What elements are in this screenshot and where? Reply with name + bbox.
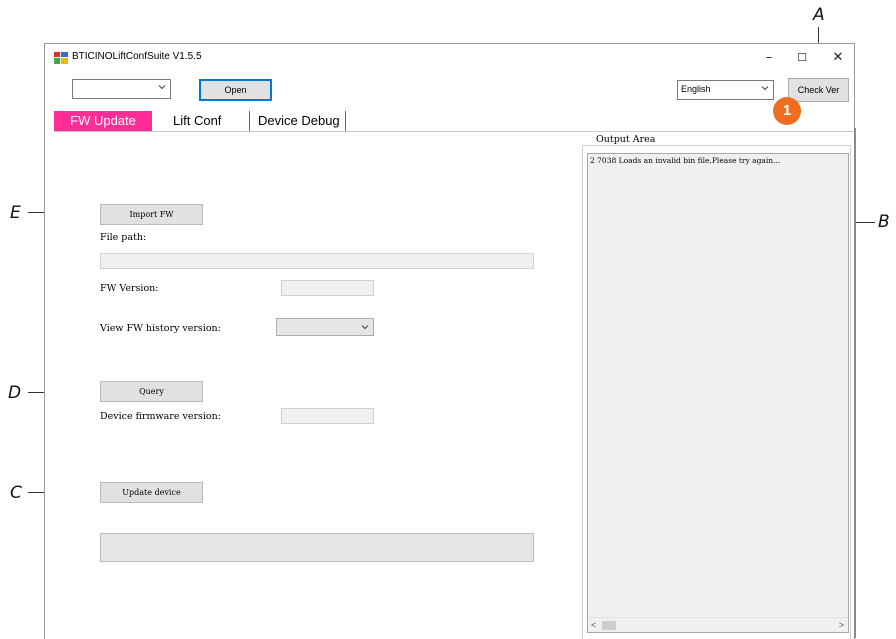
tab-separator bbox=[345, 111, 346, 131]
horizontal-scrollbar[interactable]: < > bbox=[588, 617, 848, 632]
language-combo-value: English bbox=[681, 84, 711, 94]
output-line: 2 7038 Loads an invalid bin file,Please … bbox=[590, 156, 781, 165]
tab-lift-conf[interactable]: Lift Conf bbox=[173, 111, 221, 131]
tab-separator bbox=[249, 111, 250, 131]
check-ver-button[interactable]: Check Ver bbox=[788, 78, 849, 102]
scrollbar-thumb[interactable] bbox=[602, 621, 616, 630]
output-area-label: Output Area bbox=[594, 134, 658, 145]
annotation-d: D bbox=[8, 383, 22, 403]
history-version-combo[interactable] bbox=[276, 318, 374, 336]
scroll-right-icon[interactable]: > bbox=[839, 620, 844, 630]
update-device-button[interactable]: Update device bbox=[100, 482, 203, 503]
language-combo[interactable]: English bbox=[677, 80, 774, 100]
step-badge: 1 bbox=[773, 97, 801, 125]
title-bar[interactable]: BTICINOLiftConfSuite V1.5.5 – ☐ ✕ bbox=[45, 44, 854, 72]
port-combo[interactable] bbox=[72, 79, 171, 99]
open-button[interactable]: Open bbox=[199, 79, 272, 101]
query-button[interactable]: Query bbox=[100, 381, 203, 402]
import-fw-button[interactable]: Import FW bbox=[100, 204, 203, 225]
fw-version-label: FW Version: bbox=[100, 283, 159, 294]
app-window: BTICINOLiftConfSuite V1.5.5 – ☐ ✕ Open E… bbox=[44, 43, 856, 639]
tab-fw-update[interactable]: FW Update bbox=[54, 111, 152, 131]
annotation-a: A bbox=[813, 5, 825, 25]
device-firmware-field bbox=[281, 408, 374, 424]
file-path-field[interactable] bbox=[100, 253, 534, 269]
fw-version-field bbox=[281, 280, 374, 296]
app-icon bbox=[54, 52, 68, 64]
panel-edge bbox=[854, 128, 856, 638]
annotation-c: C bbox=[10, 483, 22, 503]
tab-underline bbox=[54, 131, 854, 132]
tab-device-debug[interactable]: Device Debug bbox=[258, 111, 340, 131]
window-title: BTICINOLiftConfSuite V1.5.5 bbox=[72, 51, 202, 62]
history-version-label: View FW history version: bbox=[100, 323, 221, 334]
chevron-down-icon bbox=[158, 85, 166, 90]
annotation-e: E bbox=[10, 203, 21, 223]
update-progress-bar bbox=[100, 533, 534, 562]
chevron-down-icon bbox=[361, 325, 369, 330]
maximize-button[interactable]: ☐ bbox=[784, 46, 820, 70]
minimize-button[interactable]: – bbox=[751, 46, 787, 70]
client-area: Open English Check Ver FW Update Lift Co… bbox=[45, 72, 856, 639]
device-firmware-label: Device firmware version: bbox=[100, 411, 221, 422]
annotation-b: B bbox=[878, 212, 890, 232]
chevron-down-icon bbox=[761, 86, 769, 91]
scroll-left-icon[interactable]: < bbox=[591, 620, 596, 630]
file-path-label: File path: bbox=[100, 232, 147, 243]
output-list[interactable]: 2 7038 Loads an invalid bin file,Please … bbox=[587, 153, 849, 633]
close-button[interactable]: ✕ bbox=[820, 46, 856, 70]
